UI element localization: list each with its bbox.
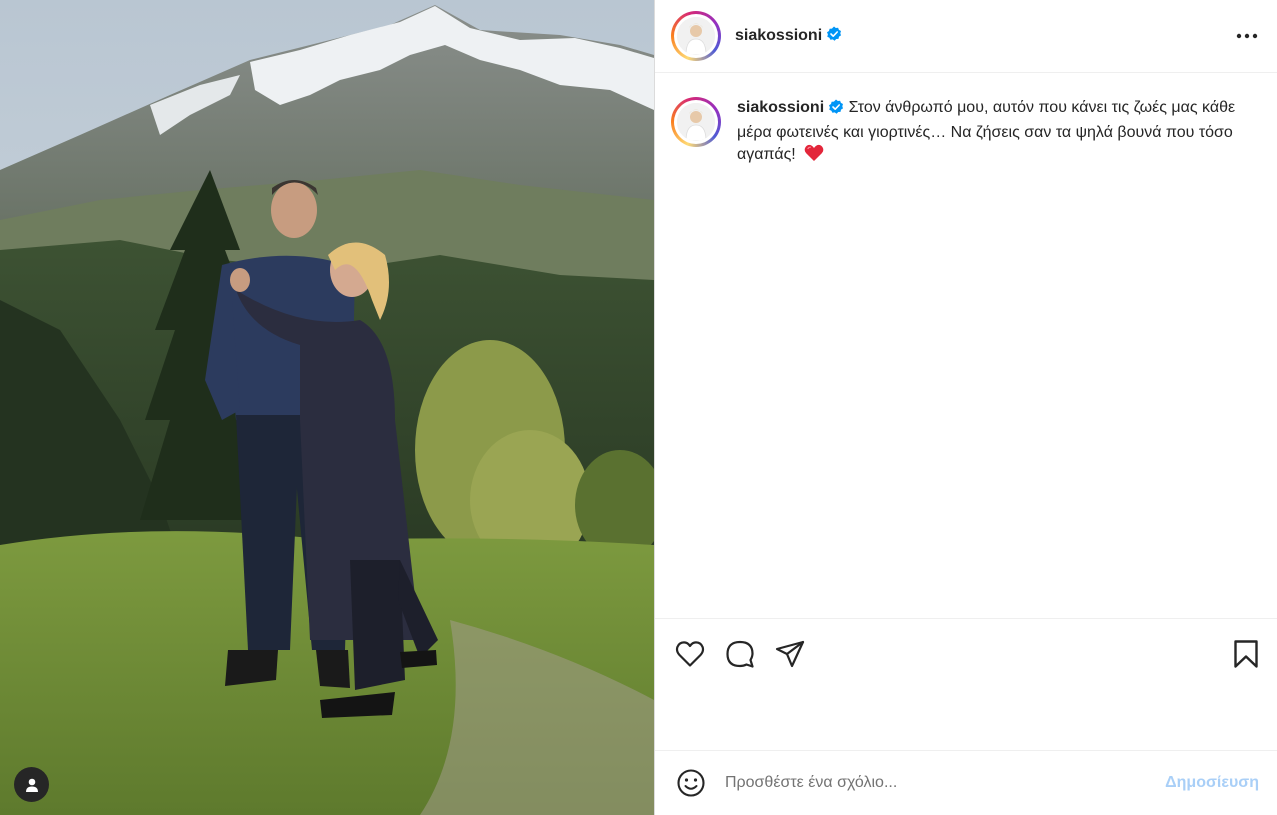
heart-outline-icon	[675, 641, 705, 667]
post-comment-button[interactable]: Δημοσίευση	[1165, 774, 1259, 792]
caption-text: siakossioni Στον άνθρωπό μου, αυτόν που …	[737, 97, 1257, 169]
caption: siakossioni Στον άνθρωπό μου, αυτόν που …	[671, 97, 1261, 169]
post-photo[interactable]	[0, 0, 654, 815]
more-options-button[interactable]	[1233, 22, 1261, 50]
photo-scene	[0, 0, 654, 815]
more-options-icon	[1236, 33, 1258, 39]
tag-people-button[interactable]	[14, 767, 49, 802]
post-modal: siakossioni siakossioni Στον άνθρωπό μου…	[0, 0, 1277, 815]
avatar[interactable]	[671, 11, 721, 61]
caption-section: siakossioni Στον άνθρωπό μου, αυτόν που …	[655, 73, 1277, 619]
post-header: siakossioni	[655, 0, 1277, 73]
verified-badge-icon	[826, 26, 842, 47]
save-button[interactable]	[1229, 637, 1263, 671]
post-sidebar: siakossioni siakossioni Στον άνθρωπό μου…	[654, 0, 1277, 815]
comment-bubble-icon	[726, 640, 754, 668]
bookmark-icon	[1234, 640, 1258, 668]
caption-username[interactable]: siakossioni	[737, 99, 824, 116]
emoji-picker-button[interactable]	[673, 765, 709, 801]
caption-avatar[interactable]	[671, 97, 721, 147]
header-username[interactable]: siakossioni	[735, 27, 822, 45]
share-button[interactable]	[773, 637, 807, 671]
red-heart-icon	[804, 144, 824, 169]
verified-badge-icon	[828, 99, 844, 122]
avatar-image	[677, 17, 715, 55]
paper-plane-icon	[775, 640, 805, 668]
comment-composer: Δημοσίευση	[655, 751, 1277, 815]
action-bar	[655, 619, 1277, 751]
smiley-face-icon	[677, 769, 705, 797]
user-tag-icon	[25, 778, 38, 792]
comment-input[interactable]	[725, 774, 1166, 792]
comment-button[interactable]	[723, 637, 757, 671]
like-button[interactable]	[673, 637, 707, 671]
